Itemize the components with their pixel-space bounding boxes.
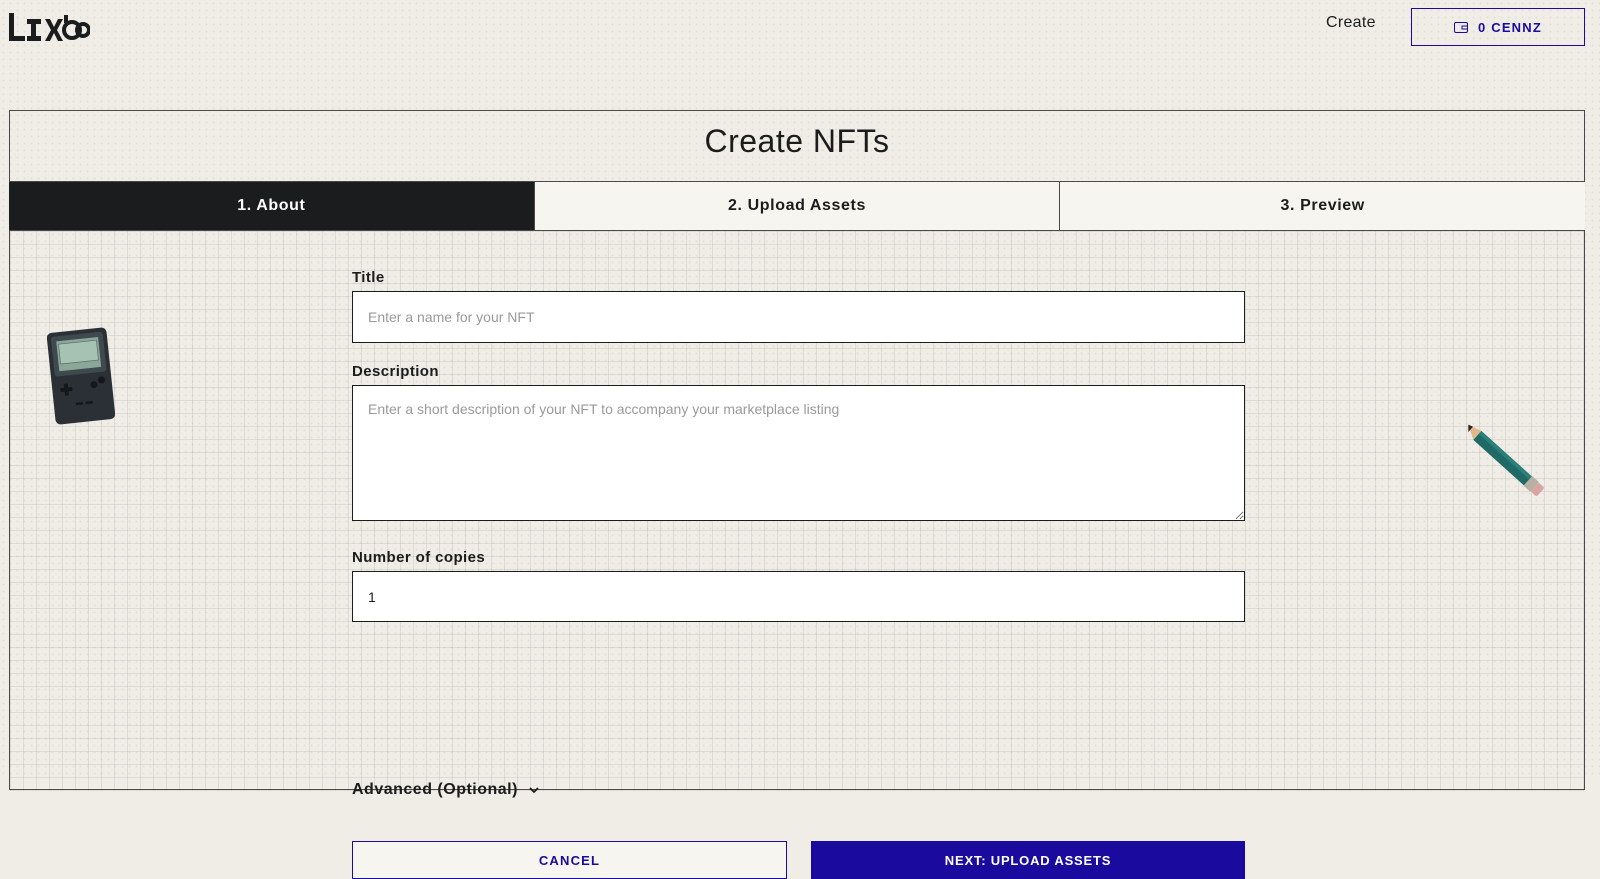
gameboy-illustration	[47, 327, 115, 425]
tab-preview[interactable]: 3. Preview	[1059, 182, 1586, 230]
tab-about[interactable]: 1. About	[9, 182, 534, 230]
title-input[interactable]	[352, 291, 1245, 343]
page-title: Create NFTs	[704, 123, 890, 159]
pencil-illustration	[1468, 424, 1544, 496]
next-upload-assets-button[interactable]: NEXT: UPLOAD ASSETS	[811, 841, 1245, 879]
copies-label: Number of copies	[352, 549, 486, 566]
step-tabs: 1. About 2. Upload Assets 3. Preview	[9, 181, 1586, 231]
advanced-toggle[interactable]: Advanced (Optional)	[352, 781, 540, 799]
wallet-balance-button[interactable]: 0 CENNZ	[1411, 8, 1585, 46]
description-label: Description	[352, 363, 439, 380]
copies-input[interactable]	[352, 571, 1245, 622]
chevron-down-icon	[529, 787, 539, 794]
tab-upload-assets[interactable]: 2. Upload Assets	[533, 182, 1060, 230]
site-header: Create 0 CENNZ	[0, 0, 1600, 70]
wallet-balance-label: 0 CENNZ	[1477, 19, 1543, 35]
advanced-label: Advanced (Optional)	[352, 781, 518, 798]
title-label: Title	[352, 269, 385, 286]
create-nft-panel: Create NFTs 1. About 2. Upload Assets 3.…	[9, 110, 1586, 879]
cancel-button[interactable]: CANCEL	[352, 841, 787, 879]
site-logo[interactable]	[9, 13, 90, 43]
nav-create-link[interactable]: Create	[1326, 14, 1376, 36]
description-textarea[interactable]	[352, 385, 1245, 521]
wallet-icon	[1453, 22, 1468, 33]
